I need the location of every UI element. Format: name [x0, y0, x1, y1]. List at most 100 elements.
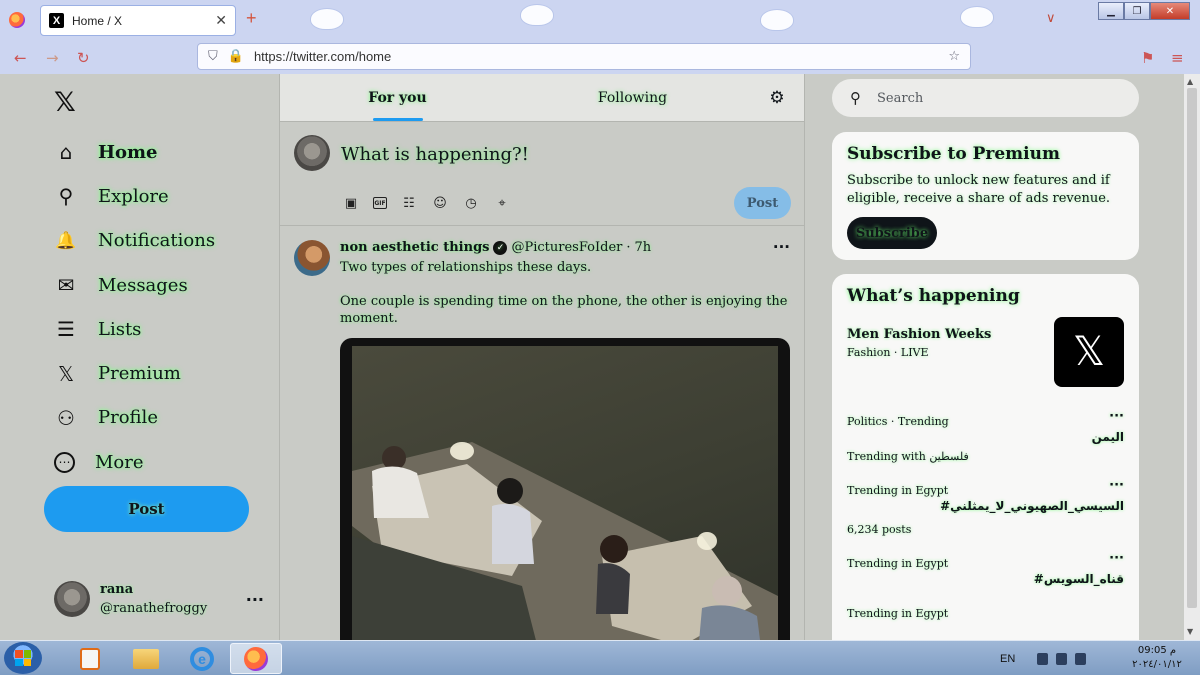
sidebar-item-messages[interactable]: ✉ Messages	[54, 263, 215, 307]
scrollbar-thumb[interactable]	[1187, 88, 1197, 608]
sidebar-item-profile[interactable]: ⚇ Profile	[54, 396, 215, 440]
search-box[interactable]: ⚲ Search	[832, 79, 1139, 117]
sidebar-item-premium[interactable]: 𝕏 Premium	[54, 351, 215, 395]
more-icon[interactable]: ···	[246, 590, 264, 609]
url-text[interactable]: https://twitter.com/home	[254, 49, 938, 64]
tray-arrow-icon[interactable]	[1037, 652, 1049, 665]
tab-title: Home / X	[72, 13, 123, 28]
internet-explorer-icon[interactable]: e	[176, 643, 228, 674]
tweet-author[interactable]: non aesthetic things	[340, 240, 489, 255]
avatar	[294, 135, 330, 171]
premium-title: Subscribe to Premium	[847, 144, 1060, 164]
avatar	[54, 581, 90, 617]
x-favicon-icon: X	[49, 13, 64, 28]
search-input[interactable]: Search	[877, 91, 923, 106]
schedule-icon[interactable]: ◷	[462, 194, 480, 212]
lock-icon[interactable]: 🔒	[228, 49, 244, 64]
new-tab-icon[interactable]: +	[246, 8, 257, 29]
tweet-separator: ·	[626, 240, 631, 255]
home-icon: ⌂	[59, 140, 73, 165]
compose-input[interactable]: What is happening?!	[341, 144, 529, 165]
star-icon[interactable]: ☆	[948, 49, 960, 64]
tweet[interactable]: non aesthetic things ✓ @PicturesFoIder ·…	[280, 226, 804, 640]
page-scrollbar[interactable]: ▲ ▼	[1184, 74, 1200, 640]
sidebar-item-home[interactable]: ⌂ Home	[54, 130, 215, 174]
trend-name: اليمن	[1091, 430, 1124, 444]
compose-toolbar: ▣ GIF ☷ ☺ ◷ ⌖	[342, 194, 511, 212]
sidebar-item-label: Home	[98, 141, 158, 163]
sidebar-item-more[interactable]: ⋯ More	[54, 440, 215, 484]
tweet-handle[interactable]: @PicturesFoIder	[511, 240, 622, 255]
image-icon[interactable]: ▣	[342, 194, 360, 212]
gif-icon[interactable]: GIF	[373, 197, 387, 209]
scroll-up-icon[interactable]: ▲	[1187, 77, 1193, 86]
volume-icon[interactable]	[1075, 652, 1087, 665]
compose-box: What is happening?! ▣ GIF ☷ ☺ ◷ ⌖ Post	[280, 122, 804, 226]
location-icon[interactable]: ⌖	[493, 194, 511, 212]
sidebar-item-label: More	[95, 451, 144, 473]
trend-feature[interactable]: Men Fashion Weeks Fashion · LIVE 𝕏	[847, 317, 1124, 407]
more-icon[interactable]: ···	[773, 238, 790, 256]
folder-icon[interactable]	[120, 643, 172, 674]
close-window-button[interactable]: ✕	[1150, 2, 1190, 20]
trend-item[interactable]: Trending in Egypt ··· #السيسي_الصهيوني_ل…	[847, 478, 1124, 536]
sidebar-item-notifications[interactable]: 🔔 Notifications	[54, 219, 215, 263]
poll-icon[interactable]: ☷	[400, 194, 418, 212]
minimize-button[interactable]: ▁	[1098, 2, 1124, 20]
account-switcher[interactable]: rana @ranathefroggy ···	[54, 580, 264, 618]
firefox-icon[interactable]	[9, 12, 25, 28]
premium-card: Subscribe to Premium Subscribe to unlock…	[832, 132, 1139, 260]
window-controls: ▁ ❐ ✕	[1098, 2, 1190, 20]
trend-name: #قناه_السويس	[1033, 572, 1124, 586]
compose-post-button[interactable]: Post	[734, 187, 791, 219]
tab-following[interactable]: Following	[515, 74, 750, 121]
url-bar[interactable]: ⛉ 🔒 https://twitter.com/home ☆	[197, 43, 971, 70]
media-player-icon[interactable]	[64, 643, 116, 674]
account-names: rana @ranathefroggy	[100, 580, 236, 618]
network-icon[interactable]	[1056, 652, 1068, 665]
tweet-media[interactable]	[340, 338, 790, 640]
menu-icon[interactable]: ≡	[1171, 49, 1184, 67]
sidebar-nav: ⌂ Home ⚲ Explore 🔔 Notifications ✉ Messa…	[54, 130, 215, 484]
more-icon[interactable]: ···	[1109, 551, 1124, 566]
list-all-tabs-icon[interactable]: ∨	[1046, 10, 1056, 26]
sidebar-item-label: Notifications	[98, 230, 216, 252]
reload-icon[interactable]: ↻	[77, 49, 90, 67]
sidebar-item-label: Messages	[98, 274, 188, 296]
forward-icon[interactable]: →	[46, 49, 59, 67]
firefox-icon[interactable]	[230, 643, 282, 674]
maximize-button[interactable]: ❐	[1124, 2, 1150, 20]
trend-item[interactable]: Politics · Trending ··· اليمن	[847, 409, 1124, 444]
taskbar: e EN 09:05 م ٢٠٢٤/٠١/١٢	[0, 640, 1200, 675]
scroll-down-icon[interactable]: ▼	[1187, 627, 1193, 636]
post-button[interactable]: Post	[44, 486, 249, 532]
windows-logo-icon	[15, 650, 31, 666]
sidebar-item-lists[interactable]: ☰ Lists	[54, 307, 215, 351]
subscribe-button[interactable]: Subscribe	[847, 217, 937, 249]
tab-for-you[interactable]: For you	[280, 74, 515, 121]
trend-item[interactable]: Trending with فلسطين	[847, 450, 1124, 463]
more-icon[interactable]: ···	[1109, 409, 1124, 424]
back-icon[interactable]: ←	[14, 49, 27, 67]
language-indicator[interactable]: EN	[1000, 653, 1015, 665]
search-icon: ⚲	[58, 184, 74, 209]
shield-icon[interactable]: ⛉	[208, 49, 218, 64]
trend-item[interactable]: Trending in Egypt ··· #قناه_السويس	[847, 551, 1124, 586]
gear-icon[interactable]: ⚙	[750, 74, 804, 121]
account-name: rana	[100, 582, 134, 597]
sidebar-item-explore[interactable]: ⚲ Explore	[54, 174, 215, 218]
more-icon[interactable]: ···	[1109, 478, 1124, 493]
trend-item[interactable]: Trending in Egypt	[847, 607, 1124, 620]
more-circle-icon: ⋯	[54, 451, 75, 473]
tweet-time[interactable]: 7h	[635, 240, 652, 255]
tab-close-icon[interactable]: ✕	[215, 12, 227, 29]
emoji-icon[interactable]: ☺	[431, 194, 449, 212]
avatar[interactable]	[294, 240, 330, 276]
x-home-page: 𝕏 ⌂ Home ⚲ Explore 🔔 Notifications ✉ Mes…	[0, 74, 1200, 640]
browser-tab[interactable]: X Home / X ✕	[40, 5, 236, 36]
extensions-icon[interactable]: ⚑	[1141, 49, 1154, 67]
clock[interactable]: 09:05 م ٢٠٢٤/٠١/١٢	[1122, 644, 1192, 672]
start-button[interactable]	[4, 642, 42, 674]
x-logo-icon[interactable]: 𝕏	[54, 87, 76, 118]
envelope-icon: ✉	[57, 273, 75, 298]
